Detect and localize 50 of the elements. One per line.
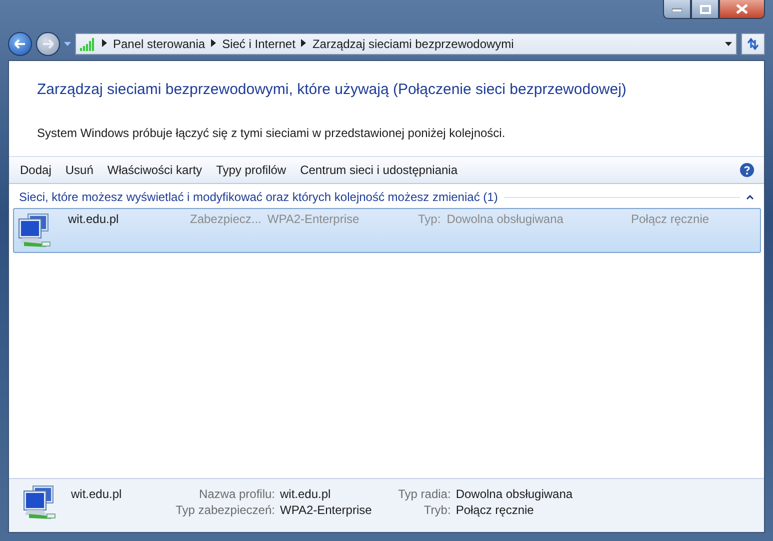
- dropdown-arrow-icon[interactable]: [725, 42, 732, 46]
- back-button[interactable]: [8, 32, 32, 56]
- toolbar-button[interactable]: Typy profilów: [209, 160, 294, 180]
- address-bar[interactable]: Panel sterowania Sieć i Internet Zarządzaj sieciami bezprzewodowymi: [75, 33, 737, 55]
- breadcrumb-separator-icon[interactable]: [102, 39, 107, 49]
- collapse-chevron-icon[interactable]: [746, 194, 754, 200]
- help-icon[interactable]: [740, 163, 754, 177]
- toolbar-button[interactable]: Usuń: [58, 160, 100, 180]
- refresh-icon: [746, 38, 760, 50]
- signal-bars-icon: [80, 38, 96, 50]
- field-label: Tryb:: [422, 503, 451, 517]
- security-value: WPA2-Enterprise: [267, 212, 360, 226]
- connection-mode: Połącz ręcznie: [631, 212, 710, 226]
- close-icon: [736, 4, 748, 14]
- field-label: Nazwa profilu:: [198, 487, 275, 501]
- type-value: Dowolna obsługiwana: [446, 212, 564, 226]
- toolbar-button[interactable]: Właściwości karty: [100, 160, 210, 180]
- maximize-button[interactable]: [691, 0, 719, 19]
- field-value: Połącz ręcznie: [456, 503, 535, 517]
- field-label: Typ zabezpieczeń:: [174, 503, 275, 517]
- breadcrumb[interactable]: Panel sterowania: [113, 37, 206, 51]
- forward-arrow-icon: [42, 39, 54, 49]
- security-label: Zabezpiecz...: [190, 212, 262, 226]
- breadcrumb-separator-icon[interactable]: [301, 39, 306, 49]
- toolbar-button[interactable]: Dodaj: [13, 160, 58, 180]
- history-dropdown-icon[interactable]: [64, 42, 71, 46]
- network-computers-icon: [21, 484, 57, 520]
- network-name: wit.edu.pl: [71, 486, 121, 503]
- breadcrumb[interactable]: Sieć i Internet: [222, 37, 296, 51]
- field-value: WPA2-Enterprise: [280, 503, 372, 517]
- description-text: System Windows próbuje łączyć się z tymi sieciami w przedstawionej poniżej kolejności.: [37, 126, 506, 140]
- breadcrumb[interactable]: Zarządzaj sieciami bezprzewodowymi: [312, 37, 514, 51]
- close-button[interactable]: [719, 0, 765, 19]
- type-label: Typ:: [418, 212, 441, 226]
- refresh-button[interactable]: [741, 33, 765, 55]
- network-row[interactable]: wit.edu.pl Zabezpiecz... WPA2-Enterprise Typ: Dowolna obsługiwana Połącz ręcznie: [13, 208, 761, 253]
- back-arrow-icon: [14, 39, 26, 49]
- group-title: Sieci, które możesz wyświetlać i modyfikować oraz których kolejność możesz zmieniać (1): [19, 190, 498, 204]
- field-value: wit.edu.pl: [280, 487, 332, 501]
- minimize-icon: [672, 6, 682, 12]
- network-computers-icon: [16, 212, 52, 248]
- field-value: Dowolna obsługiwana: [456, 487, 573, 501]
- forward-button[interactable]: [36, 32, 60, 56]
- minimize-button[interactable]: [663, 0, 691, 19]
- page-heading: Zarządzaj sieciami bezprzewodowymi, które używają (Połączenie sieci bezprzewodowej): [37, 81, 628, 98]
- maximize-icon: [700, 4, 710, 14]
- toolbar-button[interactable]: Centrum sieci i udostępniania: [293, 160, 465, 180]
- breadcrumb-separator-icon[interactable]: [211, 39, 216, 49]
- network-name: wit.edu.pl: [68, 212, 120, 226]
- field-label: Typ radia:: [397, 487, 451, 501]
